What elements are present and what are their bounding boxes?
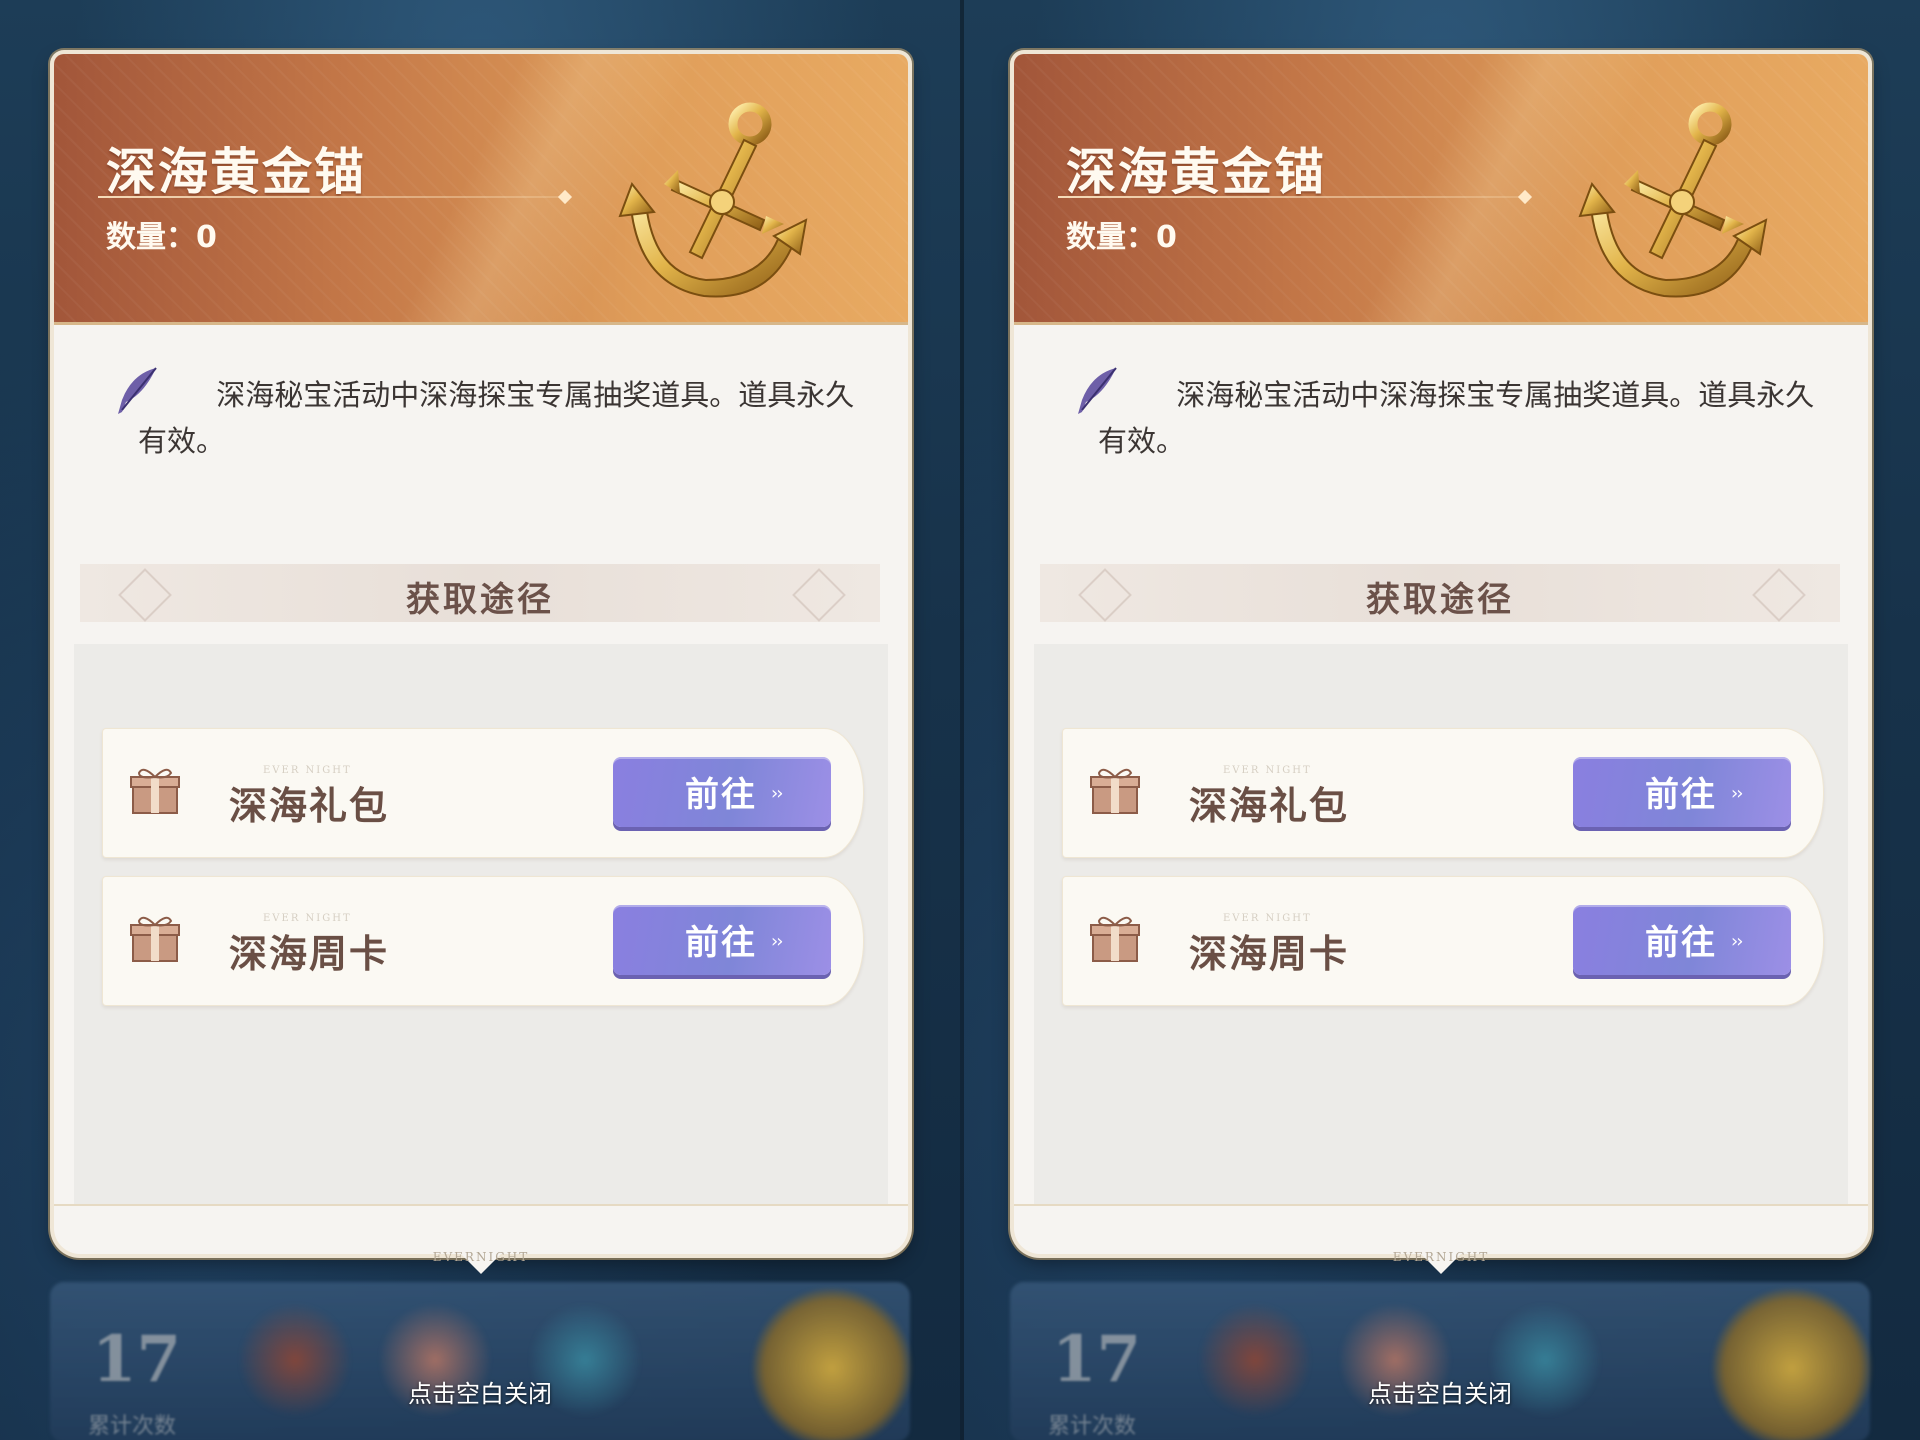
item-detail-card: 深海黄金锚 数量：0 深海秘宝活动中深海探宝专属抽奖道具。道具永久有效。 获取途… [54, 54, 908, 1284]
go-button-label: 前往 [685, 775, 757, 815]
quantity-value: 0 [196, 220, 217, 255]
anchor-icon [1554, 84, 1794, 322]
card-footer-ornament [1014, 1204, 1868, 1256]
pane-right[interactable]: 17 累计次数 深海黄金锚 数量：0 深海秘宝活动中深海探宝专属抽奖道具。道具永… [960, 0, 1920, 1440]
title-divider [98, 196, 564, 198]
title-divider [1058, 196, 1524, 198]
item-header: 深海黄金锚 数量：0 [1014, 54, 1868, 325]
go-button-label: 前往 [1645, 923, 1717, 963]
go-button-gift-pack[interactable]: 前往 ›› [613, 757, 831, 827]
double-chevron-right-icon: ›› [1731, 783, 1743, 804]
section-title: 获取途径 [1366, 580, 1514, 620]
go-button-label: 前往 [685, 923, 757, 963]
quantity-value: 0 [1156, 220, 1177, 255]
item-description: 深海秘宝活动中深海探宝专属抽奖道具。道具永久有效。 [138, 378, 855, 458]
source-label: 深海周卡 [229, 931, 390, 976]
item-quantity: 数量：0 [1066, 212, 1177, 256]
footer-brand: EVERNIGHT [1392, 1250, 1490, 1264]
item-description: 深海秘宝活动中深海探宝专属抽奖道具。道具永久有效。 [1098, 378, 1815, 458]
quantity-label: 数量： [1066, 220, 1156, 255]
item-title: 深海黄金锚 [106, 142, 366, 201]
go-button-label: 前往 [1645, 775, 1717, 815]
footer-brand: EVERNIGHT [432, 1250, 530, 1264]
gift-box-icon [1089, 913, 1141, 965]
source-row-weekly-card: EVER NIGHT 深海周卡 前往 ›› [102, 876, 864, 1006]
source-label: 深海礼包 [229, 783, 390, 828]
item-title: 深海黄金锚 [1066, 142, 1326, 201]
quantity-label: 数量： [106, 220, 196, 255]
anchor-icon [594, 84, 834, 322]
source-list: EVER NIGHT 深海礼包 前往 ›› EVER NIGHT 深海周卡 前往… [74, 644, 888, 1204]
item-detail-card: 深海黄金锚 数量：0 深海秘宝活动中深海探宝专属抽奖道具。道具永久有效。 获取途… [1014, 54, 1868, 1284]
pane-left[interactable]: 17 累计次数 深海黄金锚 数量：0 深海秘宝活动中深海探宝专属抽奖道具。道具永… [0, 0, 960, 1440]
section-title: 获取途径 [406, 580, 554, 620]
go-button-weekly-card[interactable]: 前往 ›› [613, 905, 831, 975]
background-reward-badge [752, 1288, 912, 1440]
gift-box-icon [1089, 765, 1141, 817]
section-header: 获取途径 [80, 564, 880, 622]
gift-box-icon [129, 765, 181, 817]
background-reward-badge [1712, 1288, 1872, 1440]
source-row-gift-pack: EVER NIGHT 深海礼包 前往 ›› [102, 728, 864, 858]
source-row-gift-pack: EVER NIGHT 深海礼包 前往 ›› [1062, 728, 1824, 858]
double-chevron-right-icon: ›› [771, 931, 783, 952]
background-counter-label: 累计次数 [88, 1414, 177, 1439]
screen[interactable]: 17 累计次数 深海黄金锚 数量：0 深海秘宝活动中深海探宝专属抽奖道具。道具永… [0, 0, 1920, 1440]
source-list: EVER NIGHT 深海礼包 前往 ›› EVER NIGHT 深海周卡 前往… [1034, 644, 1848, 1204]
section-header: 获取途径 [1040, 564, 1840, 622]
double-chevron-right-icon: ›› [771, 783, 783, 804]
go-button-gift-pack[interactable]: 前往 ›› [1573, 757, 1791, 827]
item-header: 深海黄金锚 数量：0 [54, 54, 908, 325]
source-label: 深海周卡 [1189, 931, 1350, 976]
background-counter-label: 累计次数 [1048, 1414, 1137, 1439]
close-hint[interactable]: 点击空白关闭 [0, 1374, 960, 1409]
card-footer-ornament [54, 1204, 908, 1256]
go-button-weekly-card[interactable]: 前往 ›› [1573, 905, 1791, 975]
gift-box-icon [129, 913, 181, 965]
source-row-weekly-card: EVER NIGHT 深海周卡 前往 ›› [1062, 876, 1824, 1006]
source-label: 深海礼包 [1189, 783, 1350, 828]
item-quantity: 数量：0 [106, 212, 217, 256]
double-chevron-right-icon: ›› [1731, 931, 1743, 952]
close-hint[interactable]: 点击空白关闭 [960, 1374, 1920, 1409]
